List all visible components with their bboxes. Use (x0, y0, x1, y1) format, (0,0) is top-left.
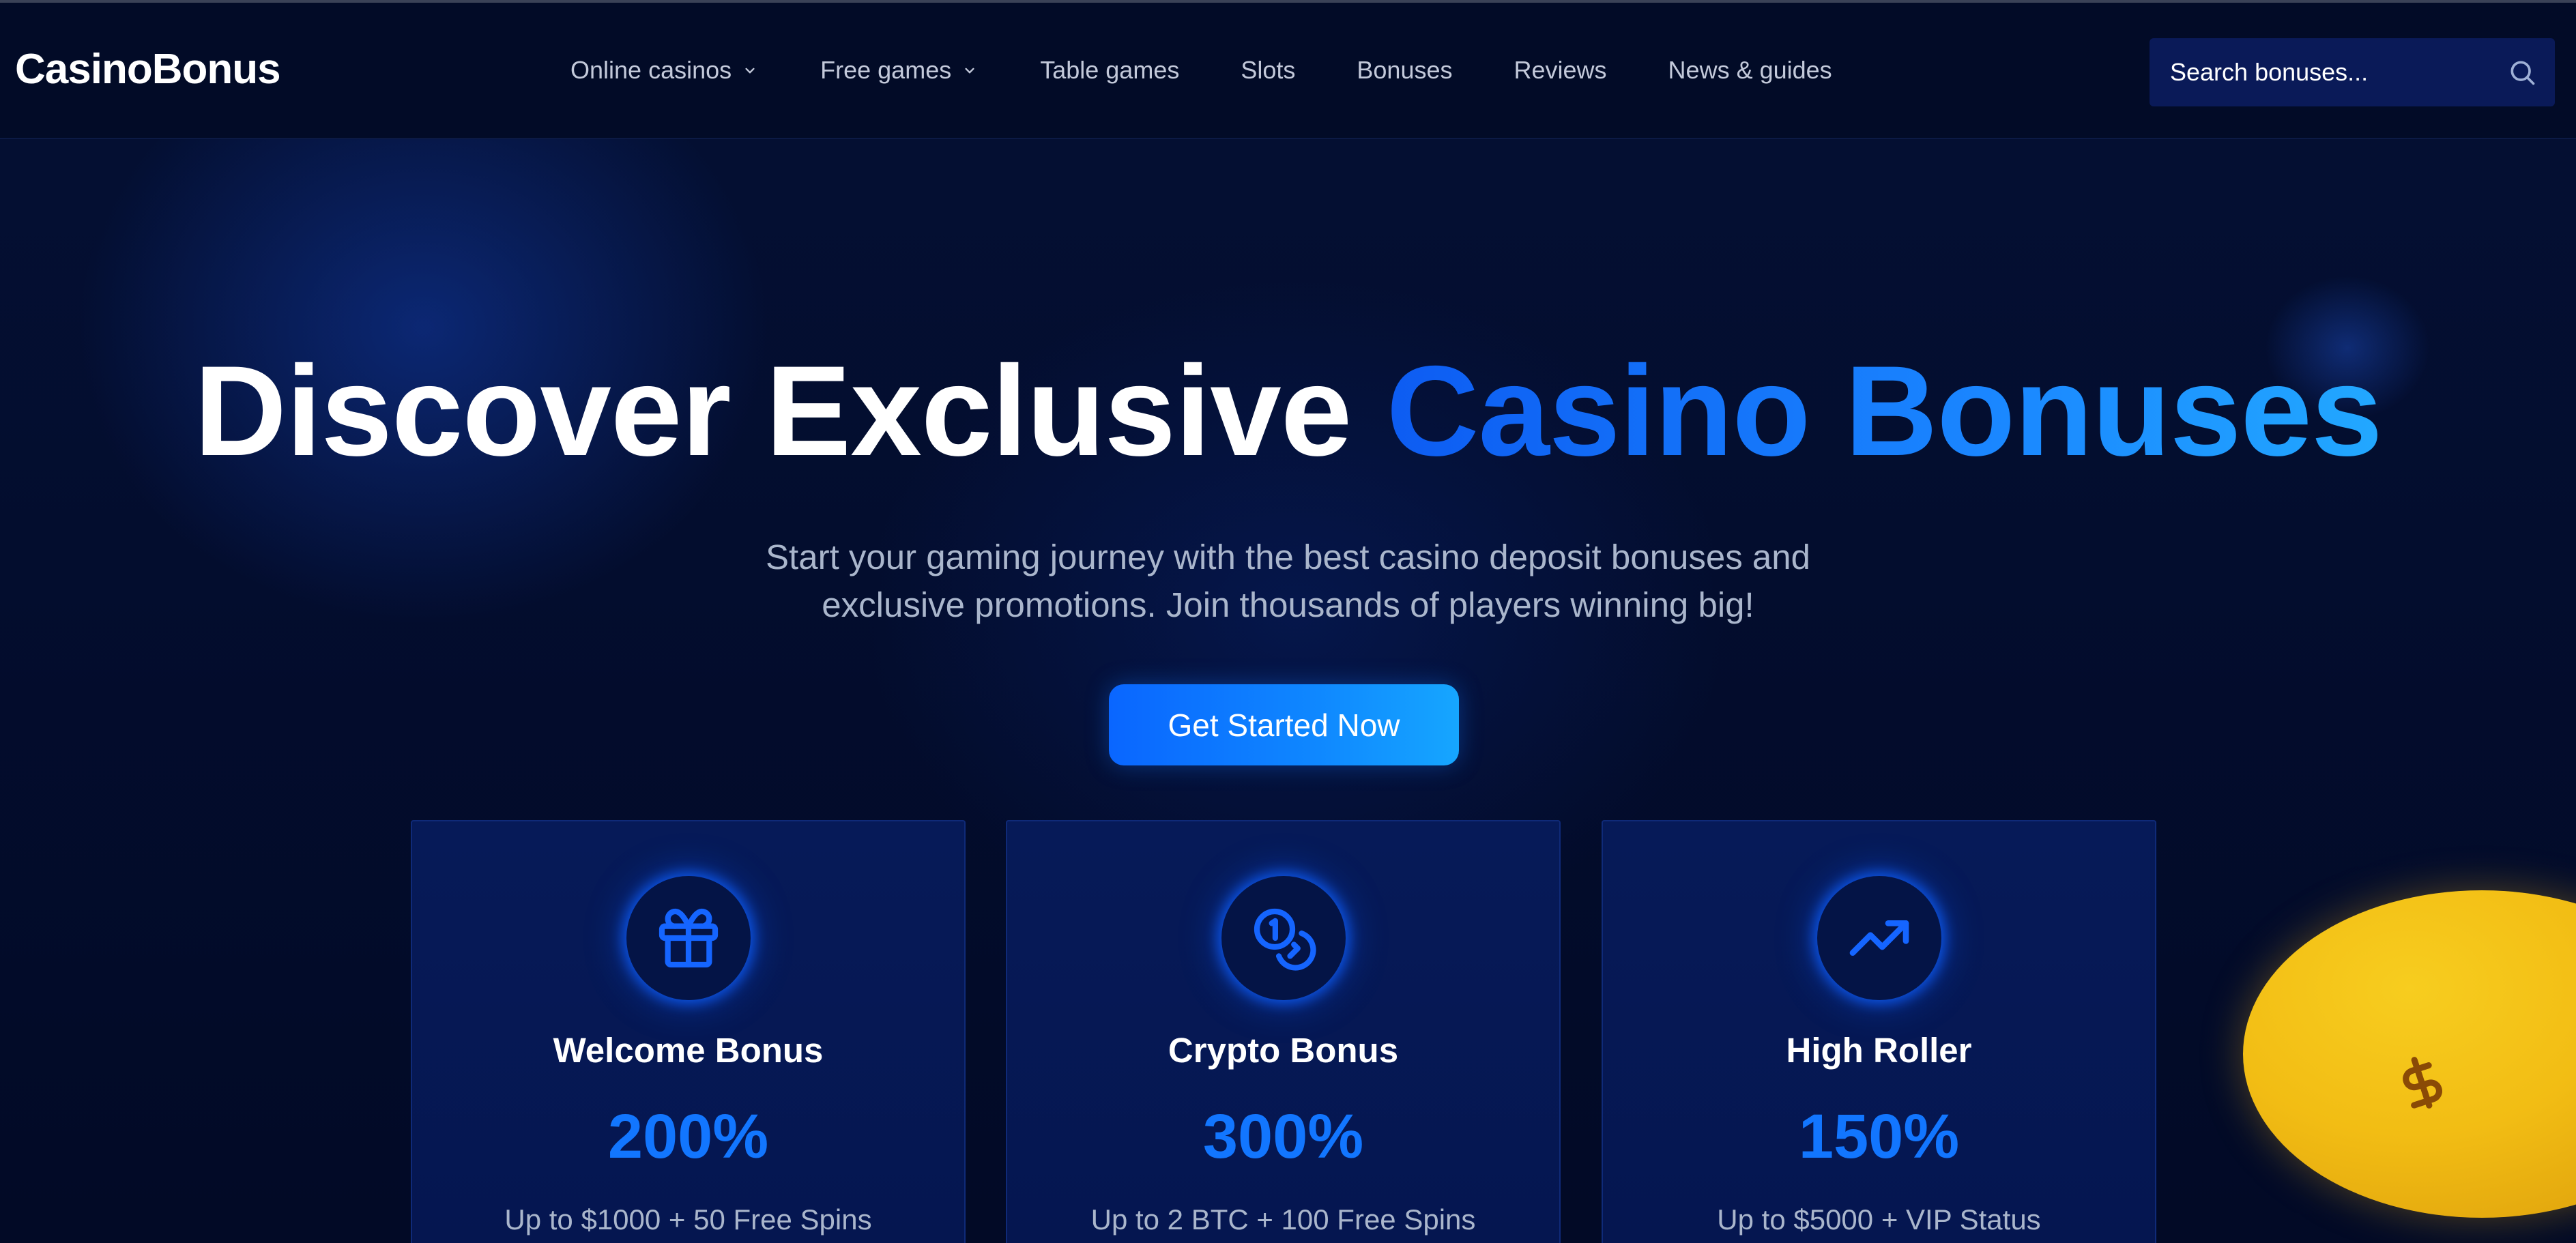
bonus-card-crypto[interactable]: Crypto Bonus 300% Up to 2 BTC + 100 Free… (1006, 820, 1561, 1243)
card-title: High Roller (1786, 1031, 1972, 1070)
card-value: 300% (1202, 1102, 1364, 1171)
card-title: Welcome Bonus (553, 1031, 824, 1070)
chevron-down-icon (961, 61, 979, 79)
hero-title: Discover Exclusive Casino Bonuses (0, 347, 2576, 475)
nav-item-label: Online casinos (570, 56, 732, 84)
chevron-down-icon (741, 61, 759, 79)
brand-logo[interactable]: CasinoBonus (15, 45, 281, 93)
nav-item-label: Reviews (1514, 56, 1607, 84)
nav-item-slots[interactable]: Slots (1241, 56, 1295, 85)
nav-item-news-guides[interactable]: News & guides (1668, 56, 1832, 85)
card-title: Crypto Bonus (1168, 1031, 1399, 1070)
gift-icon (626, 876, 751, 1000)
nav-item-free-games[interactable]: Free games (820, 56, 979, 85)
nav-item-online-casinos[interactable]: Online casinos (570, 56, 759, 85)
nav-item-bonuses[interactable]: Bonuses (1357, 56, 1452, 85)
card-value: 150% (1798, 1102, 1960, 1171)
card-description: Up to $1000 + 50 Free Spins (504, 1203, 872, 1235)
hero-subtitle: Start your gaming journey with the best … (0, 533, 2576, 629)
nav-item-table-games[interactable]: Table games (1040, 56, 1179, 85)
nav-item-label: Table games (1040, 56, 1180, 84)
bonus-card-welcome[interactable]: Welcome Bonus 200% Up to $1000 + 50 Free… (411, 820, 966, 1243)
nav-item-label: Slots (1241, 56, 1296, 84)
search-icon[interactable] (2507, 57, 2537, 87)
top-navbar: CasinoBonus Online casinos Free games Ta… (0, 0, 2576, 139)
card-description: Up to $5000 + VIP Status (1717, 1203, 2041, 1235)
hero-subtitle-line: Start your gaming journey with the best … (766, 538, 1810, 576)
get-started-button[interactable]: Get Started Now (1109, 684, 1459, 765)
hero-title-plain: Discover Exclusive (194, 339, 1352, 482)
gold-coin-decoration (2243, 890, 2576, 1218)
card-description: Up to 2 BTC + 100 Free Spins (1090, 1203, 1476, 1235)
coins-icon (1221, 876, 1346, 1000)
nav-item-label: Free games (820, 56, 952, 84)
nav-item-label: News & guides (1668, 56, 1832, 84)
hero-title-accent: Casino Bonuses (1386, 339, 2383, 482)
nav-item-reviews[interactable]: Reviews (1514, 56, 1607, 85)
dollar-icon (2386, 1047, 2458, 1119)
bonus-card-high-roller[interactable]: High Roller 150% Up to $5000 + VIP Statu… (1602, 820, 2156, 1243)
card-value: 200% (607, 1102, 769, 1171)
nav-item-label: Bonuses (1357, 56, 1453, 84)
hero-subtitle-line: exclusive promotions. Join thousands of … (822, 585, 1754, 624)
search-input[interactable] (2150, 38, 2507, 106)
page: CasinoBonus Online casinos Free games Ta… (0, 0, 2576, 1243)
main-nav: Online casinos Free games Table games Sl… (570, 56, 1832, 85)
search-box (2150, 38, 2555, 106)
trending-up-icon (1817, 876, 1941, 1000)
